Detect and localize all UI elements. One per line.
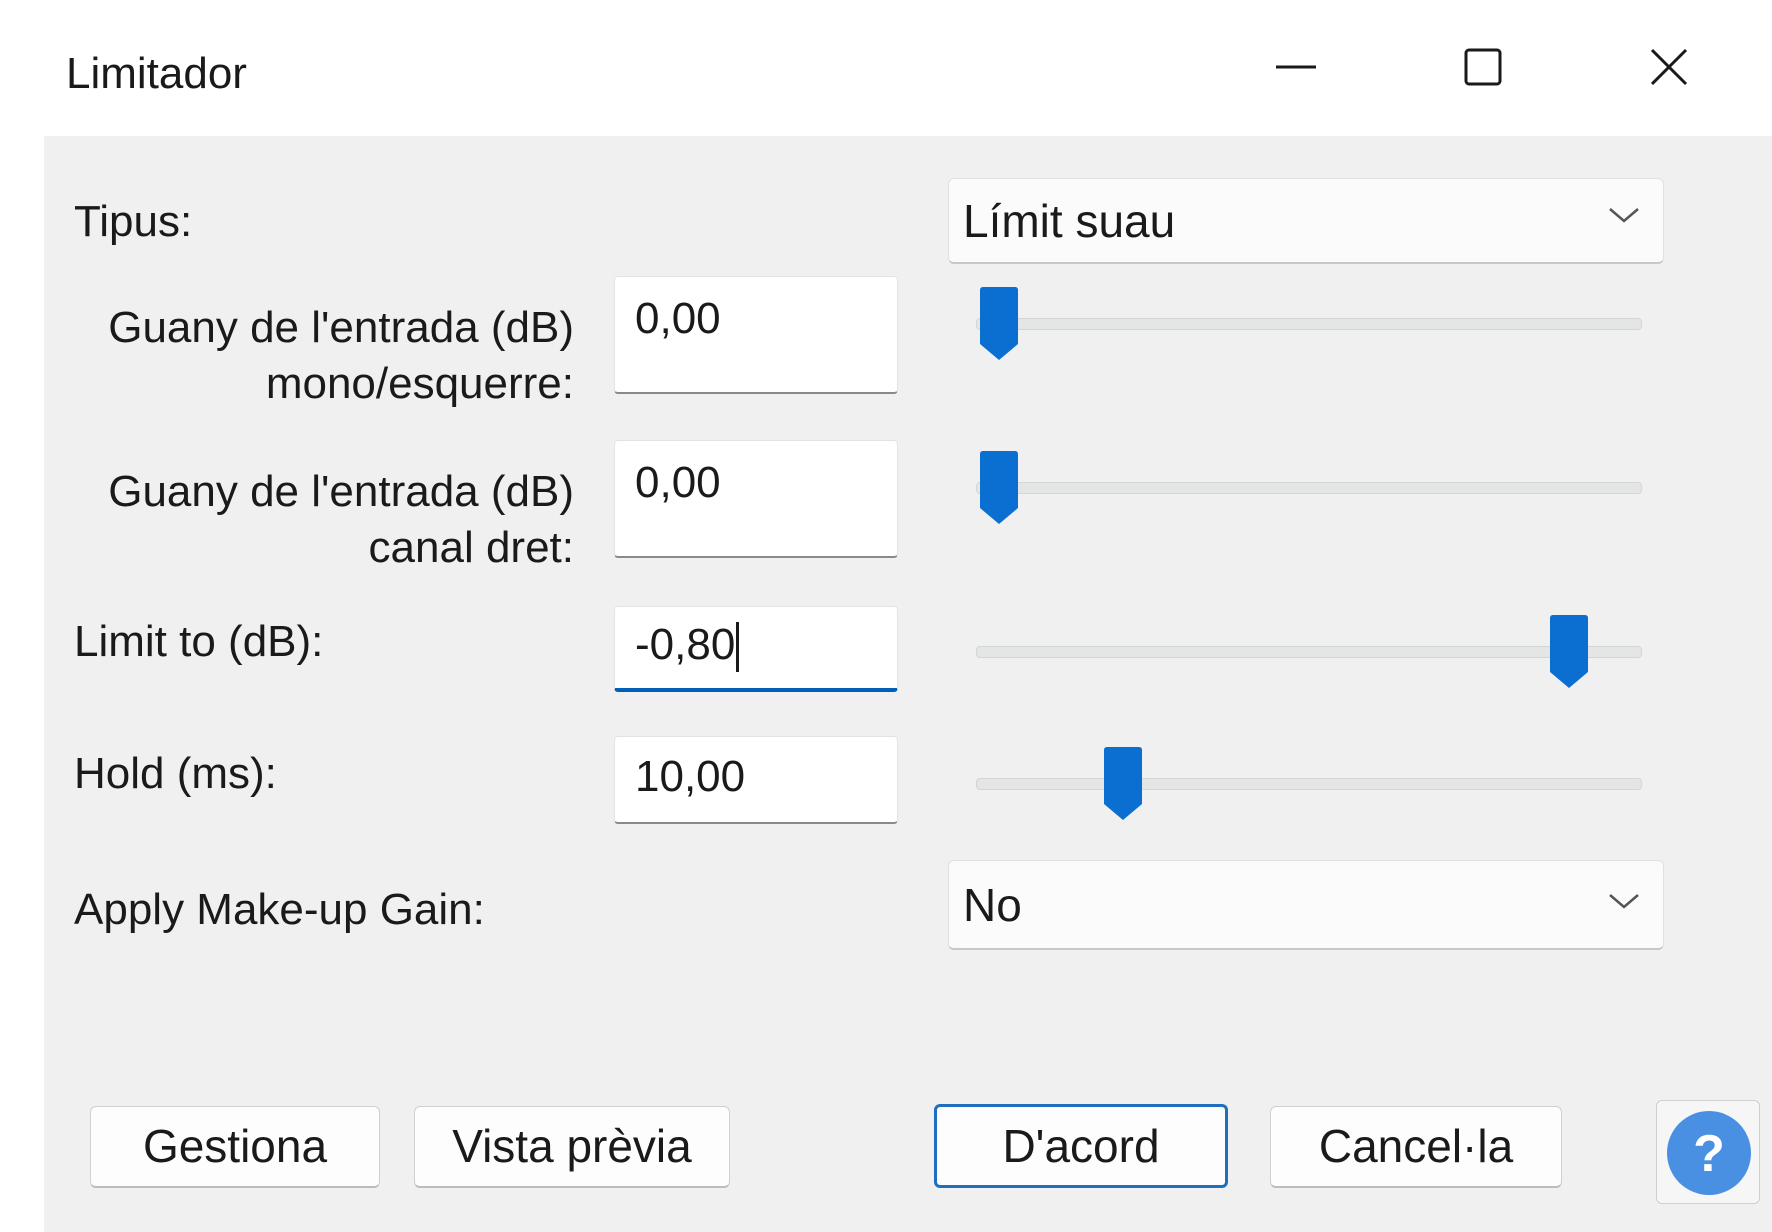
limiter-dialog: Limitador Tipus: Límit suau Guany de l'e… [0,0,1772,1232]
help-glyph: ? [1693,1125,1725,1183]
limit-to-value: -0,80 [635,620,736,669]
close-button[interactable] [1610,30,1730,120]
limit-to-input[interactable]: -0,80 [614,606,898,692]
slider-thumb[interactable] [976,450,1022,530]
makeup-gain-label: Apply Make-up Gain: [74,885,485,934]
type-combobox[interactable]: Límit suau [948,178,1664,264]
limit-to-slider[interactable] [976,612,1642,692]
minimize-button[interactable] [1236,30,1356,120]
gain-left-value: 0,00 [635,294,721,343]
gain-right-input[interactable]: 0,00 [614,440,898,558]
hold-input[interactable]: 10,00 [614,736,898,824]
window-title: Limitador [66,49,247,98]
maximize-button[interactable] [1422,30,1542,120]
type-label: Tipus: [74,197,193,246]
makeup-gain-combobox[interactable]: No [948,860,1664,950]
hold-value: 10,00 [635,752,746,801]
chevron-down-icon [1609,208,1639,223]
type-value: Límit suau [963,195,1176,247]
title-bar[interactable]: Limitador [0,0,1772,136]
cancel-button[interactable]: Cancel·la [1270,1106,1562,1188]
ok-button[interactable]: D'acord [934,1104,1228,1188]
slider-thumb[interactable] [976,286,1022,366]
slider-track [976,318,1642,330]
maximize-icon [1464,48,1502,86]
gain-left-label-line2: mono/esquerre: [265,359,574,408]
slider-track [976,778,1642,790]
hold-slider[interactable] [976,744,1642,824]
slider-track [976,646,1642,658]
chevron-down-icon [1609,894,1639,909]
gain-left-label-line1: Guany de l'entrada (dB) [108,303,574,352]
gain-right-label-line1: Guany de l'entrada (dB) [108,467,574,516]
minimize-icon [1276,65,1316,69]
gain-left-slider[interactable] [976,284,1642,364]
gain-left-input[interactable]: 0,00 [614,276,898,394]
hold-label: Hold (ms): [74,749,277,798]
help-button[interactable]: ? [1656,1100,1760,1204]
slider-thumb[interactable] [1546,614,1592,694]
limit-to-label: Limit to (dB): [74,617,324,666]
dialog-body: Tipus: Límit suau Guany de l'entrada (dB… [44,136,1772,1232]
slider-thumb[interactable] [1100,746,1146,826]
makeup-gain-value: No [963,879,1022,931]
slider-track [976,482,1642,494]
gain-right-label-line2: canal dret: [368,523,574,572]
help-icon: ? [1667,1111,1751,1195]
text-caret [736,622,740,673]
gain-right-slider[interactable] [976,448,1642,528]
preview-button[interactable]: Vista prèvia [414,1106,730,1188]
gain-right-value: 0,00 [635,458,721,507]
close-icon [1650,48,1688,86]
manage-button[interactable]: Gestiona [90,1106,380,1188]
